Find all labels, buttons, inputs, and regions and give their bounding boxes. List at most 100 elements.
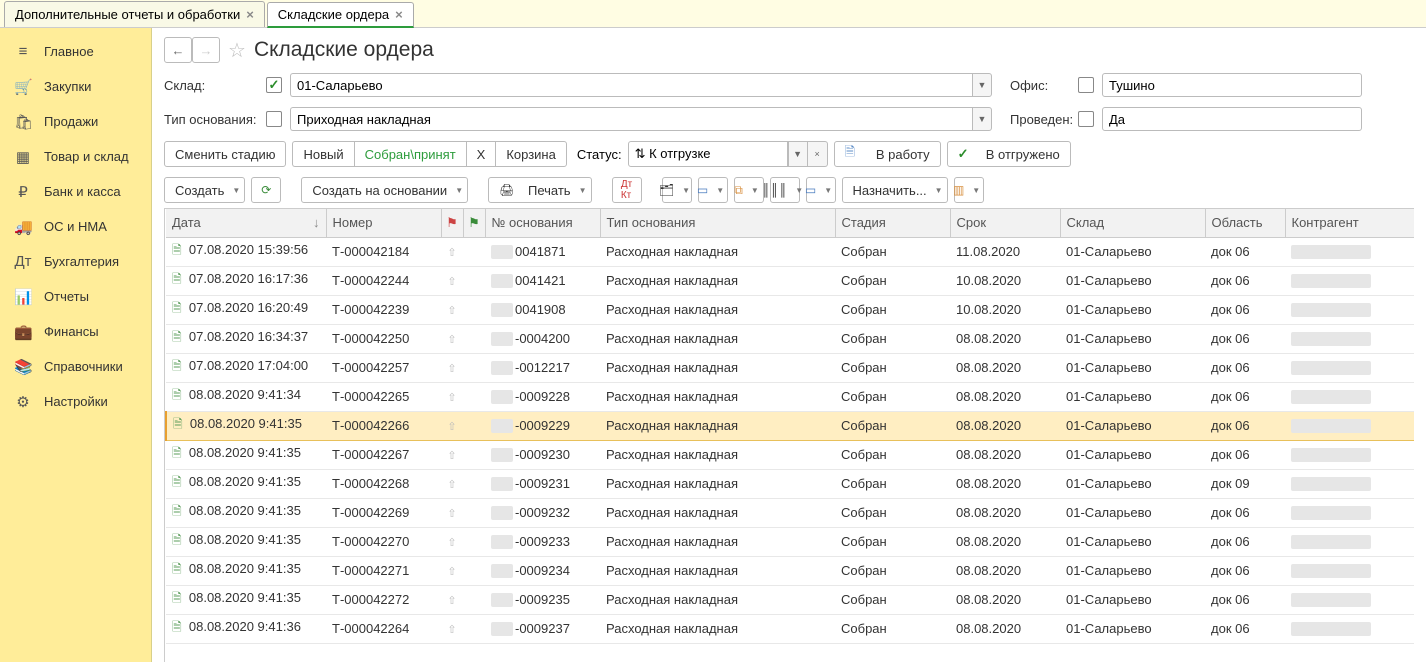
table-row[interactable]: 🗎 08.08.2020 9:41:35Т-000042267⇧-0009230… <box>166 440 1414 469</box>
col-header-2[interactable]: ⚑ <box>441 209 463 237</box>
table-row[interactable]: 🗎 08.08.2020 9:41:35Т-000042269⇧-0009232… <box>166 498 1414 527</box>
office-checkbox[interactable] <box>1078 77 1094 93</box>
table-row[interactable]: 🗎 08.08.2020 9:41:35Т-000042272⇧-0009235… <box>166 585 1414 614</box>
table-row[interactable]: 🗎 08.08.2020 9:41:35Т-000042270⇧-0009233… <box>166 527 1414 556</box>
table-wrap[interactable]: Дата↓Номер ⚑ ⚑ № основанияТип основанияСтад… <box>164 208 1414 662</box>
col-header-4[interactable]: № основания <box>485 209 600 237</box>
col-header-8[interactable]: Склад <box>1060 209 1205 237</box>
tab-label: Складские ордера <box>278 7 389 22</box>
table-row[interactable]: 🗎 07.08.2020 15:39:56Т-000042184⇧0041871… <box>166 237 1414 266</box>
create-on-basis-button[interactable]: Создать на основании▼ <box>301 177 468 203</box>
sidebar-item-7[interactable]: 📊Отчеты <box>0 279 151 314</box>
basis-checkbox[interactable] <box>266 111 282 127</box>
tab-close-icon[interactable]: × <box>395 7 403 22</box>
filter-row-2: Тип основания: ▼ Проведен: <box>152 102 1426 136</box>
col-header-1[interactable]: Номер <box>326 209 441 237</box>
sidebar-label: Настройки <box>44 394 108 409</box>
icon-btn-6[interactable]: ▥▼ <box>954 177 984 203</box>
refresh-button[interactable]: ⟳ <box>251 177 281 203</box>
table-row[interactable]: 🗎 07.08.2020 16:17:36Т-000042244⇧0041421… <box>166 266 1414 295</box>
stage-assembled-button[interactable]: Собран\принят <box>354 141 466 167</box>
copy-icon: ⧉ <box>734 183 743 198</box>
flag-red-icon: ⚑ <box>446 215 458 230</box>
col-header-7[interactable]: Срок <box>950 209 1060 237</box>
table-row[interactable]: 🗎 07.08.2020 16:34:37Т-000042250⇧-000420… <box>166 324 1414 353</box>
table-row[interactable]: 🗎 08.08.2020 9:41:34Т-000042265⇧-0009228… <box>166 382 1414 411</box>
icon-btn-1[interactable]: 🗂▼ <box>662 177 692 203</box>
barcode-button[interactable]: ║║║▼ <box>770 177 800 203</box>
sidebar-item-1[interactable]: 🛒Закупки <box>0 69 151 104</box>
sidebar-item-2[interactable]: 🛍Продажи <box>0 104 151 139</box>
table-row[interactable]: 🗎 08.08.2020 9:41:35Т-000042266⇧-0009229… <box>166 411 1414 440</box>
warehouse-checkbox[interactable]: ✓ <box>266 77 282 93</box>
nav-back-button[interactable]: ← <box>164 37 192 63</box>
sidebar-item-3[interactable]: ▦Товар и склад <box>0 139 151 174</box>
flag-green-icon: ⚑ <box>468 215 480 230</box>
posted-checkbox[interactable] <box>1078 111 1094 127</box>
arrow-up-icon: ⇧ <box>447 363 456 375</box>
redacted-counterparty <box>1291 361 1371 375</box>
arrow-up-icon: ⇧ <box>447 595 456 607</box>
tab-close-icon[interactable]: × <box>246 7 254 22</box>
sidebar-item-6[interactable]: ДтБухгалтерия <box>0 244 151 279</box>
stage-trash-button[interactable]: Корзина <box>495 141 567 167</box>
posted-input[interactable] <box>1102 107 1362 131</box>
sidebar-label: ОС и НМА <box>44 219 107 234</box>
col-header-0[interactable]: Дата↓ <box>166 209 326 237</box>
sidebar-item-8[interactable]: 💼Финансы <box>0 314 151 349</box>
sidebar-icon: 🛍 <box>14 113 32 131</box>
table-row[interactable]: 🗎 08.08.2020 9:41:35Т-000042271⇧-0009234… <box>166 556 1414 585</box>
stage-x-button[interactable]: Х <box>466 141 496 167</box>
redacted-prefix <box>491 622 513 636</box>
icon-btn-3[interactable]: ⧉▼ <box>734 177 764 203</box>
tab-0[interactable]: Дополнительные отчеты и обработки × <box>4 1 265 27</box>
filter-row-1: Склад: ✓ ▼ Офис: <box>152 68 1426 102</box>
in-work-button[interactable]: 🗎 В работу <box>834 141 941 167</box>
icon-btn-5[interactable]: ▭▼ <box>806 177 836 203</box>
col-header-5[interactable]: Тип основания <box>600 209 835 237</box>
sidebar-item-10[interactable]: ⚙Настройки <box>0 384 151 419</box>
status-clear-button[interactable]: × <box>808 141 828 167</box>
warehouse-dropdown-button[interactable]: ▼ <box>972 73 992 97</box>
warehouse-input[interactable] <box>290 73 972 97</box>
basis-dropdown-button[interactable]: ▼ <box>972 107 992 131</box>
redacted-prefix <box>491 448 513 462</box>
table-row[interactable]: 🗎 07.08.2020 17:04:00Т-000042257⇧-001221… <box>166 353 1414 382</box>
document-icon: 🗎 <box>172 591 182 605</box>
table-row[interactable]: 🗎 08.08.2020 9:41:36Т-000042264⇧-0009237… <box>166 614 1414 643</box>
nav-forward-button[interactable]: → <box>192 37 220 63</box>
sidebar-item-0[interactable]: ≡Главное <box>0 34 151 69</box>
assign-button[interactable]: Назначить...▼ <box>842 177 948 203</box>
sidebar-item-5[interactable]: 🚚ОС и НМА <box>0 209 151 244</box>
col-header-9[interactable]: Область <box>1205 209 1285 237</box>
office-input[interactable] <box>1102 73 1362 97</box>
arrow-up-icon: ⇧ <box>447 392 456 404</box>
col-header-10[interactable]: Контрагент <box>1285 209 1414 237</box>
print-button[interactable]: 🖨 Печать▼ <box>488 177 591 203</box>
redacted-prefix <box>491 593 513 607</box>
document-icon: 🗎 <box>172 359 182 373</box>
basis-input[interactable] <box>290 107 972 131</box>
col-header-3[interactable]: ⚑ <box>463 209 485 237</box>
redacted-prefix <box>491 419 513 433</box>
sidebar-item-9[interactable]: 📚Справочники <box>0 349 151 384</box>
check-icon: ✓ <box>958 146 969 162</box>
stage-new-button[interactable]: Новый <box>292 141 353 167</box>
redacted-counterparty <box>1291 593 1371 607</box>
tab-1[interactable]: Складские ордера × <box>267 2 414 28</box>
table-row[interactable]: 🗎 08.08.2020 9:41:35Т-000042268⇧-0009231… <box>166 469 1414 498</box>
icon-btn-2[interactable]: ▭▼ <box>698 177 728 203</box>
col-header-6[interactable]: Стадия <box>835 209 950 237</box>
create-button[interactable]: Создать▼ <box>164 177 245 203</box>
shipped-button[interactable]: ✓ В отгружено <box>947 141 1071 167</box>
table-row[interactable]: 🗎 07.08.2020 16:20:49Т-000042239⇧0041908… <box>166 295 1414 324</box>
favorite-star-icon[interactable]: ☆ <box>228 38 246 63</box>
sidebar-label: Банк и касса <box>44 184 121 199</box>
redacted-counterparty <box>1291 622 1371 636</box>
card-icon: ▭ <box>697 183 708 197</box>
status-dropdown-button[interactable]: ▼ <box>788 141 808 167</box>
dtkt-button[interactable]: ДтКт <box>612 177 642 203</box>
sidebar-item-4[interactable]: ₽Банк и касса <box>0 174 151 209</box>
status-input[interactable] <box>628 141 788 167</box>
change-stage-button[interactable]: Сменить стадию <box>164 141 286 167</box>
